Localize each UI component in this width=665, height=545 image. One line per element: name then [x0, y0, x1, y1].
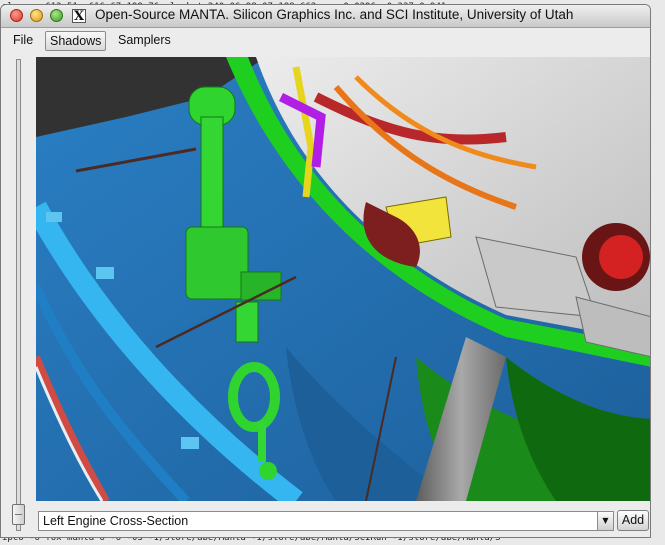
manta-window: X Open-Source MANTA. Silicon Graphics In… — [0, 4, 651, 538]
vertical-slider-track[interactable] — [16, 59, 21, 531]
render-viewport[interactable] — [36, 57, 650, 501]
x11-icon: X — [72, 9, 86, 24]
camera-path-value: Left Engine Cross-Section — [43, 514, 189, 528]
zoom-window-icon[interactable] — [50, 9, 63, 22]
rendered-engine-scene — [36, 57, 650, 501]
title-bar[interactable]: X Open-Source MANTA. Silicon Graphics In… — [1, 5, 650, 28]
background-terminal-side — [651, 14, 665, 531]
chevron-down-icon[interactable]: ▼ — [597, 512, 613, 530]
minimize-window-icon[interactable] — [30, 9, 43, 22]
menu-samplers[interactable]: Samplers — [114, 31, 175, 49]
window-title: Open-Source MANTA. Silicon Graphics Inc.… — [95, 7, 574, 22]
menu-shadows[interactable]: Shadows — [45, 31, 107, 51]
vertical-slider-thumb[interactable] — [12, 504, 25, 525]
close-window-icon[interactable] — [10, 9, 23, 22]
camera-path-select[interactable]: Left Engine Cross-Section ▼ — [38, 511, 614, 531]
menu-file[interactable]: File — [9, 31, 37, 49]
add-button[interactable]: Add — [617, 510, 649, 531]
menu-bar: File Shadows Samplers — [1, 28, 650, 52]
